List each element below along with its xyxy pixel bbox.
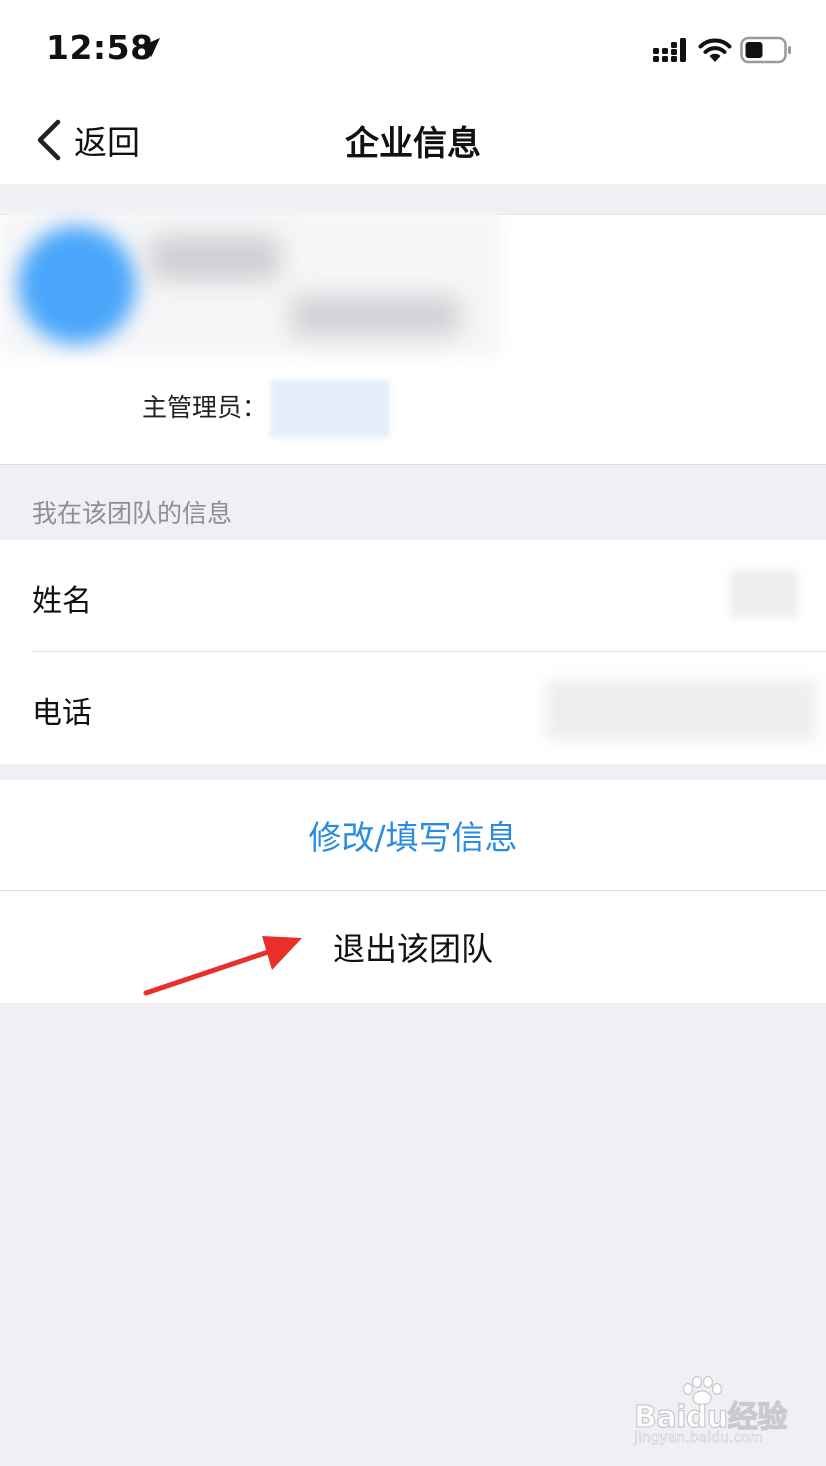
team-avatar: [18, 226, 136, 344]
page-title: 企业信息: [345, 124, 481, 164]
team-subtitle-redacted: [290, 296, 460, 336]
team-name-redacted: [150, 236, 280, 280]
admin-name-redacted: [270, 380, 390, 438]
name-row-label: 姓名: [32, 584, 92, 619]
phone-value-redacted: [546, 680, 816, 740]
wifi-icon: [698, 38, 732, 62]
quit-team-label: 退出该团队: [332, 930, 493, 968]
admin-label: 主管理员：: [142, 393, 268, 422]
quit-team-button[interactable]: 退出该团队: [0, 891, 826, 1003]
watermark-url: jingyan.baidu.com: [634, 1430, 764, 1447]
row-divider: [32, 651, 826, 652]
edit-info-button[interactable]: 修改/填写信息: [0, 780, 826, 890]
edit-info-label: 修改/填写信息: [308, 818, 518, 857]
annotation-arrow-icon: [143, 936, 302, 996]
battery-icon: [740, 36, 791, 64]
section-header: 我在该团队的信息: [32, 499, 233, 528]
name-value-redacted: [730, 570, 798, 618]
phone-row-label: 电话: [32, 696, 92, 731]
cellular-signal-icon: [653, 38, 686, 62]
location-arrow-icon: [140, 38, 160, 58]
